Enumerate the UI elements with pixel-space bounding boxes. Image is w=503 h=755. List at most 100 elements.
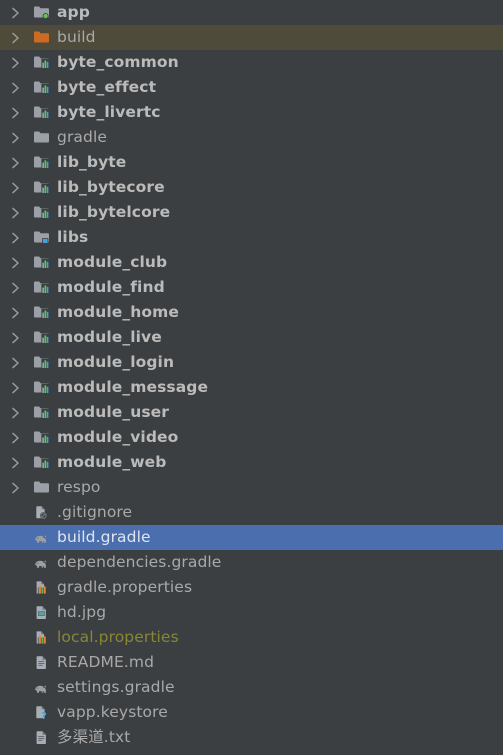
chevron-right-icon[interactable] xyxy=(0,75,30,100)
chevron-right-icon[interactable] xyxy=(0,300,30,325)
folder-module-gradle-icon xyxy=(30,275,52,300)
tree-file-row[interactable]: gradle.properties xyxy=(0,575,503,600)
tree-file-row[interactable]: ? vapp.keystore xyxy=(0,700,503,725)
tree-folder-row[interactable]: build xyxy=(0,25,503,50)
project-tree[interactable]: app build byte_common byte_effect byte_l xyxy=(0,0,503,755)
tree-folder-row[interactable]: gradle xyxy=(0,125,503,150)
tree-item-label: settings.gradle xyxy=(57,678,175,696)
tree-item-label: hd.jpg xyxy=(57,603,107,621)
tree-folder-row[interactable]: byte_livertc xyxy=(0,100,503,125)
chevron-right-icon[interactable] xyxy=(0,350,30,375)
tree-folder-row[interactable]: byte_common xyxy=(0,50,503,75)
tree-file-row[interactable]: local.properties xyxy=(0,625,503,650)
folder-module-gradle-icon xyxy=(30,425,52,450)
tree-item-label: byte_common xyxy=(57,53,179,71)
tree-folder-row[interactable]: module_home xyxy=(0,300,503,325)
folder-module-gradle-icon xyxy=(30,100,52,125)
tree-folder-row[interactable]: lib_byte xyxy=(0,150,503,175)
folder-library-icon xyxy=(30,225,52,250)
chevron-right-icon[interactable] xyxy=(0,375,30,400)
tree-item-label: build xyxy=(57,28,96,46)
chevron-right-icon[interactable] xyxy=(0,150,30,175)
tree-item-label: local.properties xyxy=(57,628,179,646)
tree-file-row[interactable]: settings.gradle xyxy=(0,675,503,700)
tree-item-label: module_club xyxy=(57,253,168,271)
chevron-right-icon[interactable] xyxy=(0,0,30,25)
chevron-right-icon[interactable] xyxy=(0,450,30,475)
gradle-file-icon xyxy=(30,525,52,550)
tree-file-row[interactable]: hd.jpg xyxy=(0,600,503,625)
tree-file-row[interactable]: build.gradle xyxy=(0,525,503,550)
chevron-right-icon[interactable] xyxy=(0,125,30,150)
tree-folder-row[interactable]: lib_bytecore xyxy=(0,175,503,200)
tree-folder-row[interactable]: module_live xyxy=(0,325,503,350)
chevron-right-icon[interactable] xyxy=(0,50,30,75)
chevron-right-icon[interactable] xyxy=(0,25,30,50)
tree-item-label: lib_bytelcore xyxy=(57,203,171,221)
tree-file-row[interactable]: .gitignore xyxy=(0,500,503,525)
tree-item-label: module_find xyxy=(57,278,165,296)
tree-folder-row[interactable]: module_user xyxy=(0,400,503,425)
tree-folder-row[interactable]: module_find xyxy=(0,275,503,300)
tree-item-label: lib_byte xyxy=(57,153,127,171)
folder-icon xyxy=(30,125,52,150)
folder-module-gradle-icon xyxy=(30,450,52,475)
tree-folder-row[interactable]: module_message xyxy=(0,375,503,400)
tree-file-row[interactable]: dependencies.gradle xyxy=(0,550,503,575)
chevron-right-icon[interactable] xyxy=(0,275,30,300)
tree-item-label: module_login xyxy=(57,353,175,371)
tree-item-label: lib_bytecore xyxy=(57,178,165,196)
tree-folder-row[interactable]: libs xyxy=(0,225,503,250)
text-file-icon xyxy=(30,650,52,675)
folder-module-gradle-icon xyxy=(30,250,52,275)
chevron-right-icon[interactable] xyxy=(0,325,30,350)
tree-file-row[interactable]: 多渠道.txt xyxy=(0,725,503,750)
tree-item-label: app xyxy=(57,3,90,21)
file-ignored-icon xyxy=(30,500,52,525)
folder-module-gradle-icon xyxy=(30,350,52,375)
properties-file-icon xyxy=(30,625,52,650)
folder-module-gradle-icon xyxy=(30,75,52,100)
chevron-right-icon[interactable] xyxy=(0,100,30,125)
chevron-right-icon[interactable] xyxy=(0,225,30,250)
tree-item-label: module_video xyxy=(57,428,179,446)
tree-folder-row[interactable]: module_login xyxy=(0,350,503,375)
chevron-right-icon[interactable] xyxy=(0,475,30,500)
tree-item-label: gradle.properties xyxy=(57,578,193,596)
properties-file-icon xyxy=(30,575,52,600)
tree-folder-row[interactable]: module_video xyxy=(0,425,503,450)
tree-item-label: dependencies.gradle xyxy=(57,553,222,571)
folder-module-gradle-icon xyxy=(30,325,52,350)
tree-item-label: build.gradle xyxy=(57,528,151,546)
chevron-right-icon[interactable] xyxy=(0,200,30,225)
chevron-right-icon[interactable] xyxy=(0,175,30,200)
tree-item-label: module_live xyxy=(57,328,162,346)
folder-module-gradle-icon xyxy=(30,175,52,200)
tree-folder-row[interactable]: lib_bytelcore xyxy=(0,200,503,225)
folder-icon xyxy=(30,475,52,500)
chevron-right-icon[interactable] xyxy=(0,400,30,425)
tree-item-label: module_web xyxy=(57,453,167,471)
chevron-right-icon[interactable] xyxy=(0,425,30,450)
tree-file-row[interactable]: README.md xyxy=(0,650,503,675)
folder-module-gradle-icon xyxy=(30,375,52,400)
tree-folder-row[interactable]: module_club xyxy=(0,250,503,275)
tree-folder-row[interactable]: app xyxy=(0,0,503,25)
tree-folder-row[interactable]: respo xyxy=(0,475,503,500)
gradle-file-icon xyxy=(30,675,52,700)
chevron-right-icon[interactable] xyxy=(0,250,30,275)
tree-item-label: module_message xyxy=(57,378,209,396)
folder-module-gradle-icon xyxy=(30,300,52,325)
tree-folder-row[interactable]: byte_effect xyxy=(0,75,503,100)
tree-item-label: byte_effect xyxy=(57,78,157,96)
tree-folder-row[interactable]: module_web xyxy=(0,450,503,475)
